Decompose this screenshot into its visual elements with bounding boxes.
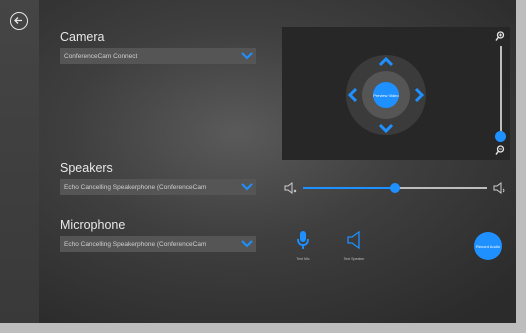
test-mic-button[interactable]: Test Mic	[286, 230, 320, 261]
back-button[interactable]	[10, 12, 28, 30]
pan-left-icon[interactable]	[348, 87, 358, 103]
window-frame-bottom	[0, 323, 526, 333]
pan-right-icon[interactable]	[414, 87, 424, 103]
microphone-dropdown-value: Echo Cancelling Speakerphone (Conference…	[64, 240, 207, 248]
chevron-down-icon[interactable]	[238, 48, 256, 64]
preview-video-button[interactable]: Preview Video	[373, 82, 399, 108]
zoom-slider-track[interactable]	[500, 46, 502, 136]
test-mic-caption: Test Mic	[296, 257, 310, 261]
zoom-slider-thumb[interactable]	[495, 131, 506, 142]
chevron-down-icon[interactable]	[238, 179, 256, 195]
back-arrow-icon	[14, 17, 22, 24]
speaker-outline-icon	[347, 230, 360, 250]
pan-down-icon[interactable]	[378, 123, 394, 133]
record-audio-button[interactable]: Record Audio	[474, 232, 502, 260]
speakers-dropdown-value: Echo Cancelling Speakerphone (Conference…	[64, 183, 207, 191]
speaker-high-icon	[493, 182, 505, 194]
test-speaker-caption: Test Speaker	[343, 257, 365, 261]
pan-up-icon[interactable]	[378, 57, 394, 67]
microphone-icon	[297, 231, 309, 249]
speakers-dropdown[interactable]: Echo Cancelling Speakerphone (Conference…	[60, 179, 256, 195]
volume-slider-thumb[interactable]	[390, 183, 400, 193]
microphone-dropdown[interactable]: Echo Cancelling Speakerphone (Conference…	[60, 236, 256, 252]
camera-dropdown-value: ConferenceCam Connect	[64, 52, 138, 60]
camera-label: Camera	[60, 30, 105, 44]
nav-strip	[0, 0, 39, 323]
microphone-label: Microphone	[60, 218, 126, 232]
test-speaker-button[interactable]: Test Speaker	[334, 230, 374, 261]
zoom-in-icon[interactable]	[495, 31, 505, 42]
volume-slider-fill	[303, 187, 394, 189]
speakers-label: Speakers	[60, 161, 113, 175]
chevron-down-icon[interactable]	[238, 236, 256, 252]
camera-dropdown[interactable]: ConferenceCam Connect	[60, 48, 256, 64]
pan-tilt-control: Preview Video	[346, 55, 426, 135]
window-frame-right	[516, 0, 526, 333]
speaker-low-icon	[284, 182, 297, 194]
zoom-out-icon[interactable]	[495, 145, 505, 156]
